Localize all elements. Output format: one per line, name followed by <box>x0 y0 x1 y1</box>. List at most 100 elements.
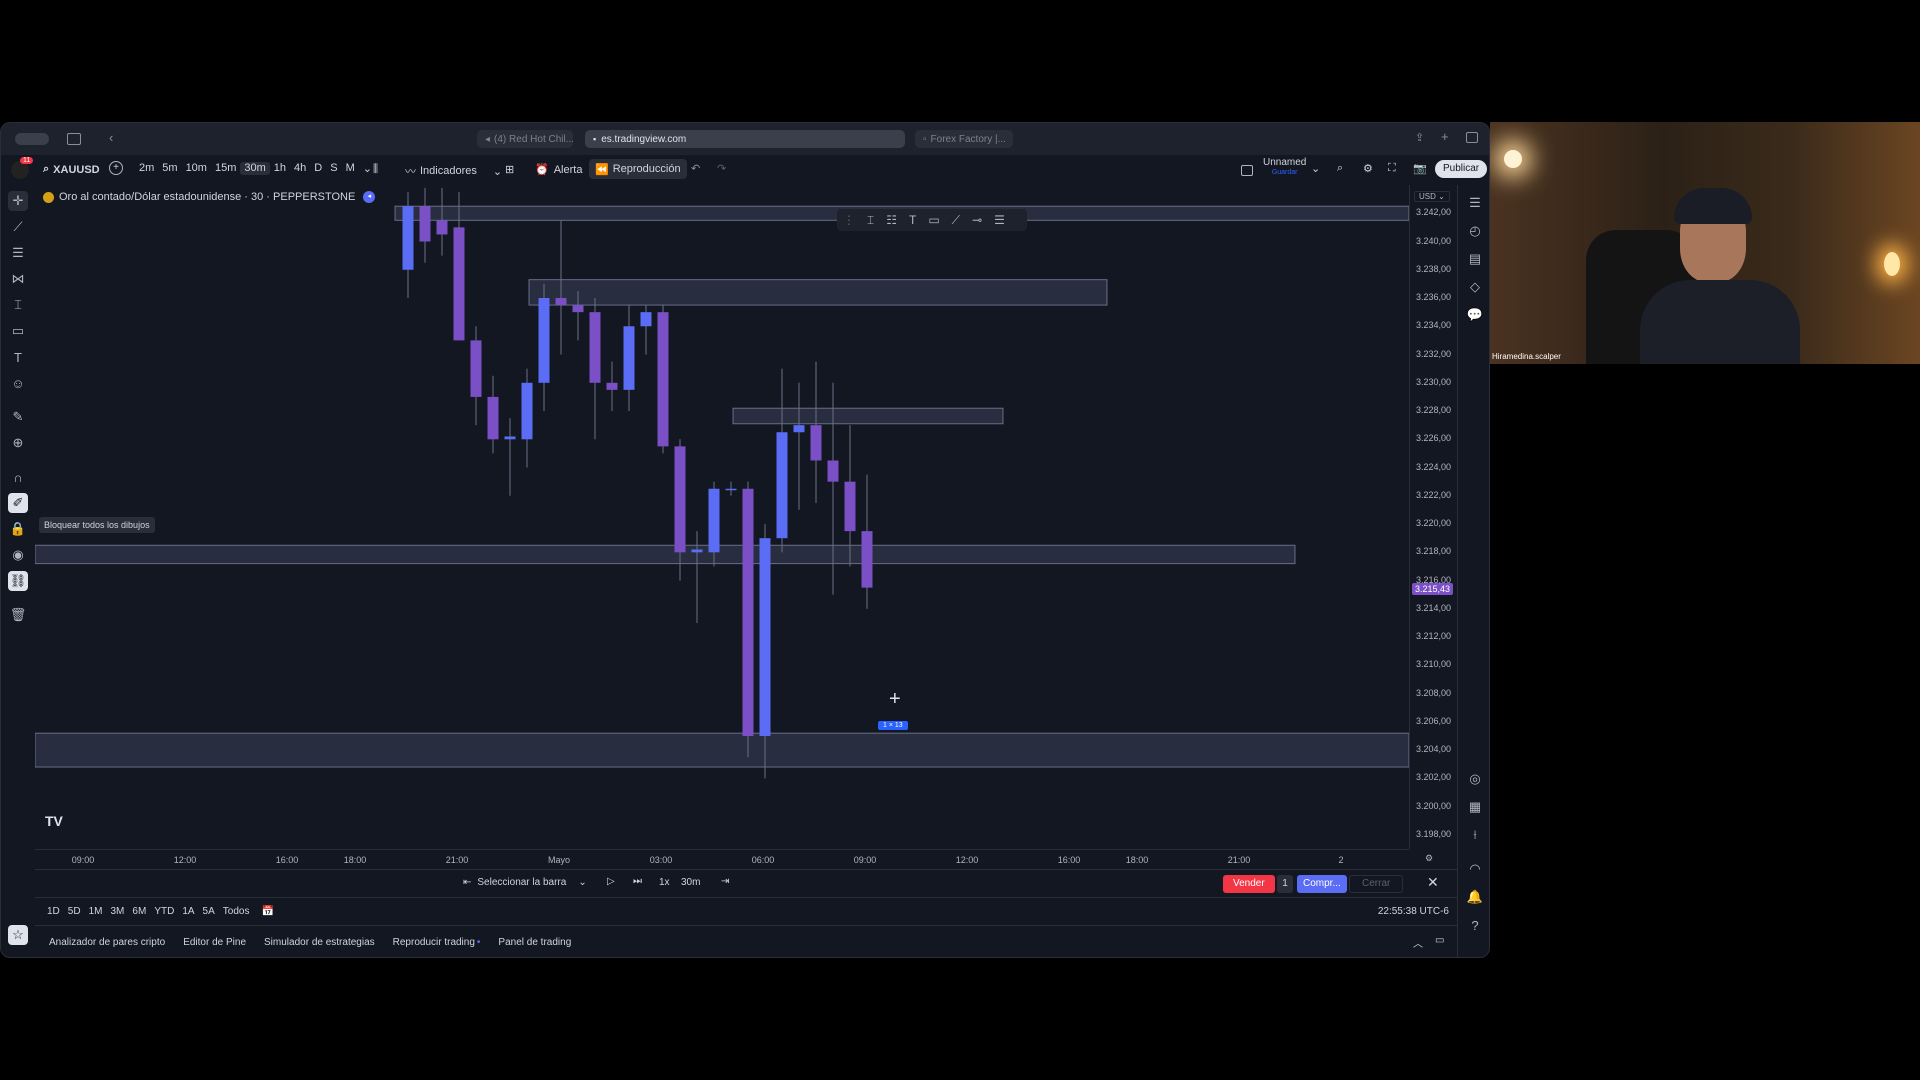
settings-icon[interactable]: ⚙ <box>1363 162 1373 175</box>
tab-trading-panel[interactable]: Panel de trading <box>498 937 571 948</box>
currency-selector[interactable]: USD ⌄ <box>1414 191 1450 202</box>
publish-button[interactable]: Publicar <box>1435 160 1488 178</box>
drag-handle-icon[interactable]: ⋮ <box>843 213 855 227</box>
candle-bearish[interactable] <box>844 481 856 532</box>
chart-pane[interactable]: Oro al contado/Dólar estadounidense · 30… <box>35 185 1409 849</box>
broadcast-icon[interactable]: ◠ <box>1465 859 1485 879</box>
emoji-icon[interactable]: ☺ <box>8 373 28 393</box>
alerts-clock-icon[interactable]: ◴ <box>1465 221 1485 241</box>
calendar-icon[interactable]: ▦ <box>1465 797 1485 817</box>
candle-bearish[interactable] <box>470 340 482 397</box>
traffic-lights[interactable] <box>15 133 49 145</box>
interval-4h[interactable]: 4h <box>290 162 310 175</box>
compare-add-icon[interactable]: + <box>109 161 123 175</box>
candle-bullish[interactable] <box>725 488 737 491</box>
candlestick-chart[interactable] <box>35 185 1409 849</box>
layers-icon[interactable]: ◇ <box>1465 277 1485 297</box>
back-icon[interactable]: ‹ <box>109 130 113 145</box>
trash-icon[interactable]: 🗑 <box>8 605 28 625</box>
redo-icon[interactable]: ↷ <box>717 162 726 175</box>
range-ytd[interactable]: YTD <box>154 906 174 917</box>
support-resistance-zone[interactable] <box>35 544 1296 565</box>
candle-bearish[interactable] <box>606 382 618 390</box>
trend-line-icon[interactable]: ⟋ <box>8 217 28 237</box>
candle-bearish[interactable] <box>810 425 822 461</box>
watchlist-icon[interactable]: ☰ <box>1465 193 1485 213</box>
quantity-field[interactable]: 1 <box>1277 875 1293 893</box>
horizontal-line-icon[interactable]: ⊸ <box>972 213 982 227</box>
range-all[interactable]: Todos <box>223 906 250 917</box>
candle-bullish[interactable] <box>776 432 788 539</box>
tabs-overview-icon[interactable] <box>1466 132 1478 143</box>
collapse-panel-icon[interactable]: ︿ <box>1413 935 1423 950</box>
candle-bearish[interactable] <box>589 312 601 383</box>
candle-bearish[interactable] <box>436 220 448 235</box>
price-axis[interactable]: USD ⌄ 3.215,43 3.242,00 3.240,00 3.238,00 3… <box>1409 185 1458 849</box>
close-replay-icon[interactable]: ✕ <box>1427 874 1439 891</box>
candle-bullish[interactable] <box>640 312 652 327</box>
share-icon[interactable]: ⇪ <box>1415 131 1424 144</box>
crosshair-icon[interactable]: ✛ <box>8 191 28 211</box>
candle-bearish[interactable] <box>419 206 431 242</box>
interval-d[interactable]: D <box>310 162 326 175</box>
lock-icon[interactable]: 🔒 <box>8 519 28 539</box>
tab-replay-trading[interactable]: Reproducir trading • <box>393 937 481 948</box>
sidebar-toggle-icon[interactable] <box>67 133 81 145</box>
candle-bullish[interactable] <box>521 382 533 440</box>
camera-icon[interactable]: 📷 <box>1413 162 1427 175</box>
rectangle-icon[interactable]: ▭ <box>8 321 28 341</box>
quick-search-icon[interactable]: ⌕ <box>1337 162 1343 175</box>
magnet-icon[interactable]: ∩ <box>8 467 28 487</box>
eye-icon[interactable]: ◉ <box>8 545 28 565</box>
range-1m[interactable]: 1M <box>89 906 103 917</box>
replay-button[interactable]: ⏪ Reproducción <box>589 159 687 179</box>
clock[interactable]: 22:55:38 UTC-6 <box>1378 906 1449 917</box>
interval-1h[interactable]: 1h <box>270 162 290 175</box>
tab-forex-factory[interactable]: ▫ Forex Factory |... <box>915 130 1013 148</box>
templates-icon[interactable]: ⊞ <box>505 163 514 176</box>
maximize-panel-icon[interactable]: ▭ <box>1435 935 1444 946</box>
tab-crypto-pairs-screener[interactable]: Analizador de pares cripto <box>49 937 165 948</box>
ruler-icon[interactable]: ✎ <box>8 407 28 427</box>
interval-5m[interactable]: 5m <box>158 162 181 175</box>
line-style-icon[interactable]: ☷ <box>886 213 897 227</box>
range-5d[interactable]: 5D <box>68 906 81 917</box>
pattern-icon[interactable]: ⋈ <box>8 269 28 289</box>
stay-drawing-icon[interactable]: ✐ <box>8 493 28 513</box>
tab-strategy-tester[interactable]: Simulador de estrategias <box>264 937 375 948</box>
candle-bullish[interactable] <box>759 538 771 736</box>
candle-bullish[interactable] <box>538 298 550 383</box>
undo-icon[interactable]: ↶ <box>691 162 700 175</box>
chart-type-icon[interactable]: ⫼ <box>373 163 378 176</box>
candle-bullish[interactable] <box>793 425 805 433</box>
candle-bearish[interactable] <box>657 312 669 447</box>
candle-bearish[interactable] <box>572 305 584 313</box>
candle-bearish[interactable] <box>827 460 839 482</box>
help-icon[interactable]: ? <box>1465 915 1485 935</box>
axis-settings-icon[interactable]: ⚙ <box>1425 853 1433 864</box>
date-range-calendar-icon[interactable]: 📅 <box>261 906 273 917</box>
trend-tool-icon[interactable]: ⟋ <box>952 213 960 228</box>
account-avatar[interactable]: 11 <box>11 157 34 179</box>
candle-bearish[interactable] <box>487 396 499 440</box>
favorites-star-icon[interactable]: ☆ <box>8 925 28 945</box>
layout-checkbox-icon[interactable] <box>1241 165 1253 176</box>
range-1d[interactable]: 1D <box>47 906 60 917</box>
play-icon[interactable]: ▷ <box>607 876 615 887</box>
tab-pine-editor[interactable]: Editor de Pine <box>183 937 246 948</box>
long-position-icon[interactable]: ⌶ <box>8 295 28 315</box>
buy-button[interactable]: Compr... <box>1297 875 1347 893</box>
close-position-button[interactable]: Cerrar <box>1349 875 1404 893</box>
indicators-button[interactable]: 〰 Indicadores ⌄ <box>405 163 502 179</box>
range-5a[interactable]: 5A <box>203 906 215 917</box>
symbol-search[interactable]: ⌕ XAUUSD <box>43 163 100 176</box>
speed-select[interactable]: 1x <box>659 877 670 888</box>
candle-bearish[interactable] <box>453 227 465 341</box>
tab-tradingview[interactable]: ▪ es.tradingview.com <box>585 130 905 148</box>
rectangle-tool-icon[interactable]: ▭ <box>928 213 939 227</box>
range-6m[interactable]: 6M <box>132 906 146 917</box>
candle-bullish[interactable] <box>402 206 414 270</box>
new-tab-icon[interactable]: + <box>1441 129 1449 144</box>
bell-icon[interactable]: 🔔 <box>1465 887 1485 907</box>
candle-bullish[interactable] <box>623 326 635 390</box>
